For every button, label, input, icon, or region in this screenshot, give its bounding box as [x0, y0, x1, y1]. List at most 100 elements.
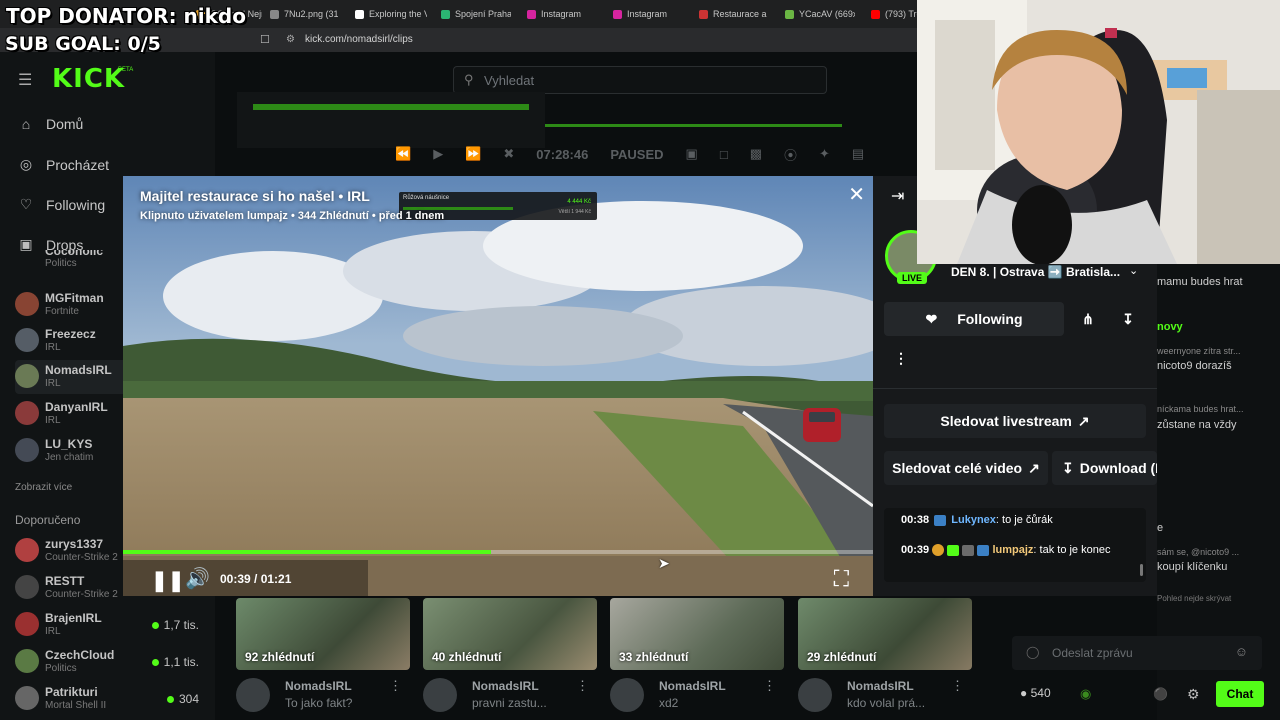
avatar	[236, 678, 270, 712]
settings-icon[interactable]: ⚙	[1187, 686, 1200, 703]
pip-icon[interactable]: ▤	[852, 146, 864, 162]
chat-line: mamu budes hrat	[1157, 276, 1243, 288]
more-options-icon[interactable]: ⋮	[951, 678, 964, 694]
bookmark-icon[interactable]: ☐	[260, 33, 270, 46]
share-button[interactable]: ⋔	[1073, 302, 1103, 336]
avatar	[15, 438, 39, 462]
kick-logo[interactable]: KICK	[52, 64, 125, 94]
chat-line: zůstane na vždy	[1157, 419, 1237, 431]
heart-icon: ❤	[925, 310, 938, 327]
clip-chat-replay: 00:38 Lukynex: to je čůrák 00:39 lumpajz…	[884, 508, 1146, 582]
chat-bubble-icon[interactable]: ⚫	[1153, 687, 1168, 701]
browser-tab[interactable]: 7Nu2.png (310	[270, 4, 338, 24]
tab-favicon-icon	[699, 9, 708, 19]
collapse-icon[interactable]: ⇥	[891, 186, 904, 206]
clip-thumbnail[interactable]: 33 zhlédnutí	[610, 598, 784, 670]
watch-full-video-button[interactable]: Sledovat celé video ↗	[884, 451, 1048, 485]
background-progress	[253, 104, 529, 110]
browser-tab[interactable]: Restaurace a p	[699, 4, 769, 24]
browser-tab[interactable]: Exploring the V	[355, 4, 427, 24]
chat-message: 00:38 Lukynex: to je čůrák	[901, 514, 1053, 526]
nav-following[interactable]: ♡ Following	[18, 196, 105, 213]
clip-info[interactable]: NomadsIRL xd2 ⋮	[610, 676, 790, 716]
pause-icon[interactable]: ❚❚	[151, 568, 185, 593]
chat-line: nicoto9 dorazíš	[1157, 360, 1232, 372]
clip-info[interactable]: NomadsIRL To jako fakt? ⋮	[236, 676, 416, 716]
paused-status: PAUSED	[610, 146, 664, 162]
fast-forward-icon[interactable]: ⏩	[465, 146, 481, 162]
beta-badge: BETA	[118, 67, 134, 73]
forward-circle-icon[interactable]: ⦿	[784, 145, 797, 164]
share-icon: ⋔	[1082, 310, 1094, 327]
following-button[interactable]: ❤ Following	[884, 302, 1064, 336]
nav-browse[interactable]: ◎ Procházet	[18, 156, 109, 173]
clip-thumbnail[interactable]: 40 zhlédnutí	[423, 598, 597, 670]
search-icon: ⚲	[464, 72, 474, 87]
menu-icon[interactable]: ☰	[18, 70, 32, 90]
clip-video-player[interactable]: Růžová náušnice 4 444 Kč Větší 1 944 Kč …	[123, 176, 873, 596]
chat-input[interactable]: ◯ Odeslat zprávu ☺	[1012, 636, 1262, 670]
browser-tab[interactable]: Instagram	[613, 4, 683, 24]
play-icon[interactable]: ▶	[433, 146, 443, 162]
background-panel	[237, 92, 545, 148]
mute-icon[interactable]: ✖	[503, 146, 514, 162]
webcam-feed	[917, 0, 1280, 264]
chart-icon[interactable]: ▩	[750, 146, 762, 162]
more-options-icon[interactable]: ⋮	[763, 678, 776, 694]
chat-line: sám se, @nicoto9 ...	[1157, 547, 1240, 557]
more-options-icon[interactable]: ⋮	[576, 678, 589, 694]
clip-thumbnail[interactable]: 92 zhlédnutí	[236, 598, 410, 670]
seek-bar[interactable]	[123, 550, 873, 554]
chat-line: koupí klíčenku	[1157, 561, 1228, 573]
avatar	[798, 678, 832, 712]
show-more-link[interactable]: Zobrazit více	[15, 482, 72, 493]
recommended-channel[interactable]: Patrikturi Mortal Shell II 304	[15, 682, 205, 716]
emoji-icon[interactable]: ☺	[1235, 644, 1248, 659]
clip-thumbnail[interactable]: 29 zhlédnutí	[798, 598, 972, 670]
chat-username[interactable]: Lukynex	[951, 514, 996, 526]
clip-title: Majitel restaurace si ho našel • IRL	[140, 188, 370, 204]
pinned-label: Pohled nejde skrývat	[1157, 594, 1232, 603]
chevron-down-icon[interactable]: ⌄	[1129, 264, 1138, 277]
site-info-icon[interactable]: ⚙	[286, 34, 295, 45]
search-input[interactable]: ⚲ Vyhledat	[453, 66, 827, 94]
more-options-icon[interactable]: ⋮	[389, 678, 402, 694]
avatar	[423, 678, 457, 712]
fullscreen-icon[interactable]: ⛶	[834, 566, 849, 592]
volume-icon[interactable]: 🔊	[185, 566, 210, 591]
avatar	[15, 686, 39, 710]
scrollbar[interactable]	[1140, 564, 1143, 576]
camera-icon[interactable]: ▣	[686, 146, 698, 162]
crop-icon[interactable]: □	[720, 147, 728, 162]
clip-info[interactable]: NomadsIRL pravni zastu... ⋮	[423, 676, 603, 716]
browser-tab[interactable]: (793) Tre	[871, 4, 917, 24]
rewind-icon[interactable]: ⏪	[395, 146, 411, 162]
recommended-channel[interactable]: BrajenIRL IRL 1,7 tis.	[15, 608, 205, 642]
watch-livestream-button[interactable]: Sledovat livestream ↗	[884, 404, 1146, 438]
avatar	[15, 401, 39, 425]
stream-title[interactable]: DEN 8. | Ostrava ➡️ Bratisla...	[951, 265, 1126, 279]
browser-tab[interactable]: Instagram	[527, 4, 597, 24]
background-progress	[545, 124, 842, 127]
chat-send-button[interactable]: Chat	[1216, 681, 1264, 707]
external-link-icon: ↗	[1077, 412, 1090, 429]
live-badge: LIVE	[897, 272, 928, 284]
recommended-channel[interactable]: CzechCloud Politics 1,1 tis.	[15, 645, 205, 679]
clip-info[interactable]: NomadsIRL kdo volal prá... ⋮	[798, 676, 978, 716]
sparkle-icon[interactable]: ✦	[819, 146, 830, 162]
close-icon[interactable]: ✕	[848, 182, 865, 207]
download-button[interactable]: ↧	[1113, 302, 1143, 336]
more-options-button[interactable]: ⋮	[887, 344, 915, 372]
chat-line: e	[1157, 522, 1164, 534]
chat-username[interactable]: lumpajz	[992, 544, 1033, 556]
clip-subtitle: Klipnuto uživatelem lumpajz • 344 Zhlédn…	[140, 210, 445, 222]
download-clip-button[interactable]: ↧ Download (I	[1052, 451, 1157, 485]
browser-tab[interactable]: Spojení Praha	[441, 4, 511, 24]
browser-tab[interactable]: YCacAV (669x4	[785, 4, 855, 24]
mouse-cursor-icon: ➤	[658, 555, 670, 571]
url-text[interactable]: kick.com/nomadsirl/clips	[305, 34, 413, 45]
sub-goal-overlay: SUB GOAL: 0/5	[5, 33, 161, 55]
nav-home[interactable]: ⌂ Domů	[18, 116, 84, 132]
compass-icon: ◎	[19, 156, 33, 172]
seek-progress	[123, 550, 491, 554]
